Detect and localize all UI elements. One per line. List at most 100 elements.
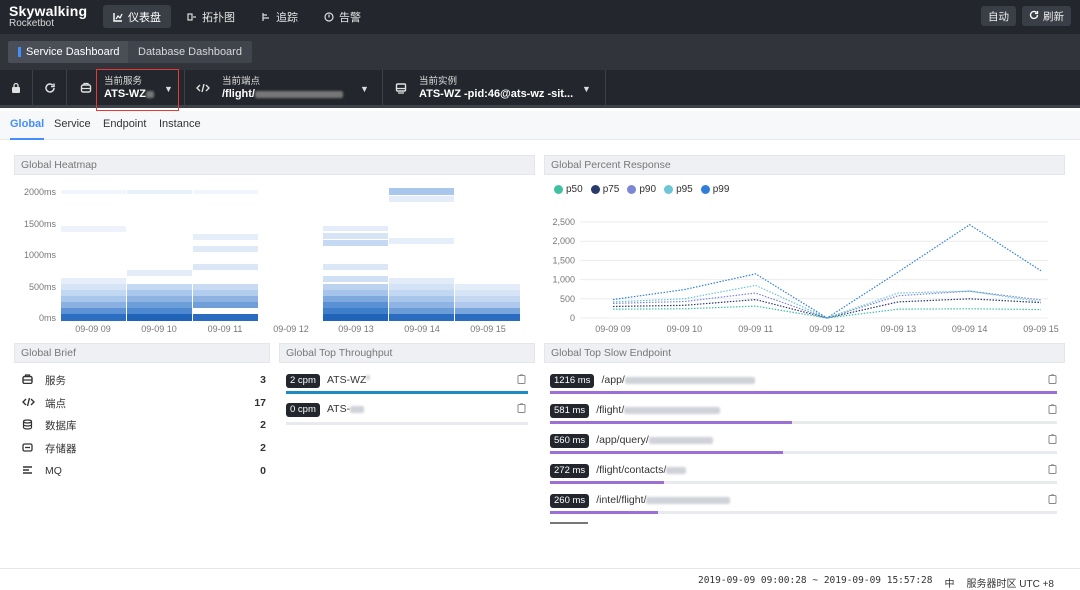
heatmap-cell[interactable] [389,278,454,284]
legend-item-p90[interactable]: p90 [627,184,656,195]
throughput-row[interactable]: 2 cpm ATS-WZ [286,374,528,396]
heatmap-cell[interactable] [61,290,126,296]
heatmap-cell[interactable] [61,284,126,290]
legend-item-p50[interactable]: p50 [554,184,583,195]
slow-endpoint-row[interactable]: 560 ms /app/query/ [550,434,1057,456]
heatmap-cell[interactable] [61,278,126,284]
heatmap-cell[interactable] [61,314,126,321]
heatmap-cell[interactable] [389,188,454,195]
heatmap-cell[interactable] [389,308,454,314]
legend-item-p75[interactable]: p75 [590,184,620,195]
heatmap-cell[interactable] [61,296,126,302]
copy-icon[interactable] [1048,494,1057,506]
slow-endpoint-row[interactable]: 272 ms /flight/contacts/ [550,464,1057,486]
chevron-down-icon[interactable]: ▼ [360,84,369,94]
heatmap-cell[interactable] [323,240,388,246]
heatmap-cell[interactable] [323,296,388,302]
heatmap-cell[interactable] [193,314,258,321]
heatmap-cell[interactable] [323,284,388,290]
legend-item-p95[interactable]: p95 [664,184,693,195]
heatmap-cell[interactable] [127,284,192,290]
lock-icon[interactable] [9,81,23,95]
nav-alarm[interactable]: 告警 [314,5,371,28]
tab-global[interactable]: Global [10,118,45,140]
nav-topology[interactable]: 拓扑图 [177,5,245,28]
nav-trace[interactable]: 追踪 [251,5,308,28]
app-logo[interactable]: Skywalking Rocketbot [9,4,87,29]
heatmap-cell[interactable] [323,276,388,282]
copy-icon[interactable] [517,403,526,415]
heatmap-cell[interactable] [389,302,454,308]
series-line-p50[interactable] [612,305,1042,319]
series-line-p90[interactable] [612,290,1042,319]
heatmap-cell[interactable] [127,314,192,321]
tab-instance[interactable]: Instance [159,118,201,140]
heatmap-cell[interactable] [389,290,454,296]
heatmap-cell[interactable] [455,302,520,308]
heatmap-cell[interactable] [61,190,126,194]
heatmap-cell[interactable] [127,290,192,296]
legend-item-p99[interactable]: p99 [700,184,729,195]
language-toggle[interactable]: 中 [944,575,954,590]
throughput-service-name: ATS-WZ [327,374,371,386]
series-line-p99[interactable] [612,223,1042,319]
heatmap-cell[interactable] [323,314,388,321]
heatmap-cell[interactable] [193,302,258,308]
heatmap-cell[interactable] [127,308,192,314]
heatmap-cell[interactable] [389,284,454,290]
copy-icon[interactable] [1048,404,1057,416]
reload-icon[interactable] [43,81,57,95]
copy-icon[interactable] [1048,464,1057,476]
heatmap-cell[interactable] [193,284,258,290]
auto-refresh-button[interactable]: 自动 [981,6,1016,26]
heatmap-y-tick: 0ms [39,313,57,323]
heatmap-cell[interactable] [455,314,520,321]
heatmap-cell[interactable] [323,264,388,270]
heatmap-cell[interactable] [389,314,454,321]
heatmap-cell[interactable] [61,308,126,314]
heatmap-cell[interactable] [127,296,192,302]
heatmap-cell[interactable] [61,226,126,232]
heatmap-cell[interactable] [389,196,454,202]
heatmap-cell[interactable] [127,302,192,308]
endpoint-selector[interactable]: 当前端点 /flight/ [214,70,374,108]
heatmap-cell[interactable] [193,234,258,240]
refresh-button[interactable]: 刷新 [1022,6,1071,26]
heatmap-cell[interactable] [323,302,388,308]
heatmap-cell[interactable] [323,290,388,296]
time-range[interactable]: 2019-09-09 09:00:28 ~ 2019-09-09 15:57:2… [698,575,933,590]
chevron-down-icon[interactable]: ▼ [164,84,173,94]
heatmap-cell[interactable] [455,296,520,302]
heatmap-cell[interactable] [323,233,388,239]
tab-database-dashboard[interactable]: Database Dashboard [128,41,252,63]
heatmap-cell[interactable] [323,308,388,314]
copy-icon[interactable] [1048,434,1057,446]
tab-service[interactable]: Service [54,118,91,140]
slow-endpoint-row[interactable]: 581 ms /flight/ [550,404,1057,426]
heatmap-cell[interactable] [127,190,192,194]
throughput-row[interactable]: 0 cpm ATS- [286,403,528,425]
heatmap-cell[interactable] [61,302,126,308]
heatmap-cell[interactable] [455,284,520,290]
slow-endpoint-row[interactable]: 260 ms /intel/flight/ [550,494,1057,516]
instance-selector[interactable]: 当前实例 ATS-WZ -pid:46@ats-wz -sit... [411,70,591,108]
heatmap-cell[interactable] [323,226,388,231]
tab-service-dashboard[interactable]: Service Dashboard [8,41,130,63]
heatmap-cell[interactable] [127,270,192,276]
copy-icon[interactable] [517,374,526,386]
heatmap-cell[interactable] [455,308,520,314]
copy-icon[interactable] [1048,374,1057,386]
heatmap-cell[interactable] [193,246,258,252]
heatmap-cell[interactable] [193,296,258,302]
tab-endpoint[interactable]: Endpoint [103,118,146,140]
heatmap-cell[interactable] [389,238,454,244]
chevron-down-icon[interactable]: ▼ [582,84,591,94]
slow-endpoint-row[interactable]: 1216 ms /app/ [550,374,1057,396]
heatmap-cell[interactable] [193,290,258,296]
heatmap-cell[interactable] [193,190,258,194]
heatmap-cell[interactable] [389,296,454,302]
heatmap-cell[interactable] [193,264,258,270]
nav-dashboard[interactable]: 仪表盘 [103,5,171,28]
heatmap-cell[interactable] [455,290,520,296]
legend-label: p75 [602,184,620,195]
